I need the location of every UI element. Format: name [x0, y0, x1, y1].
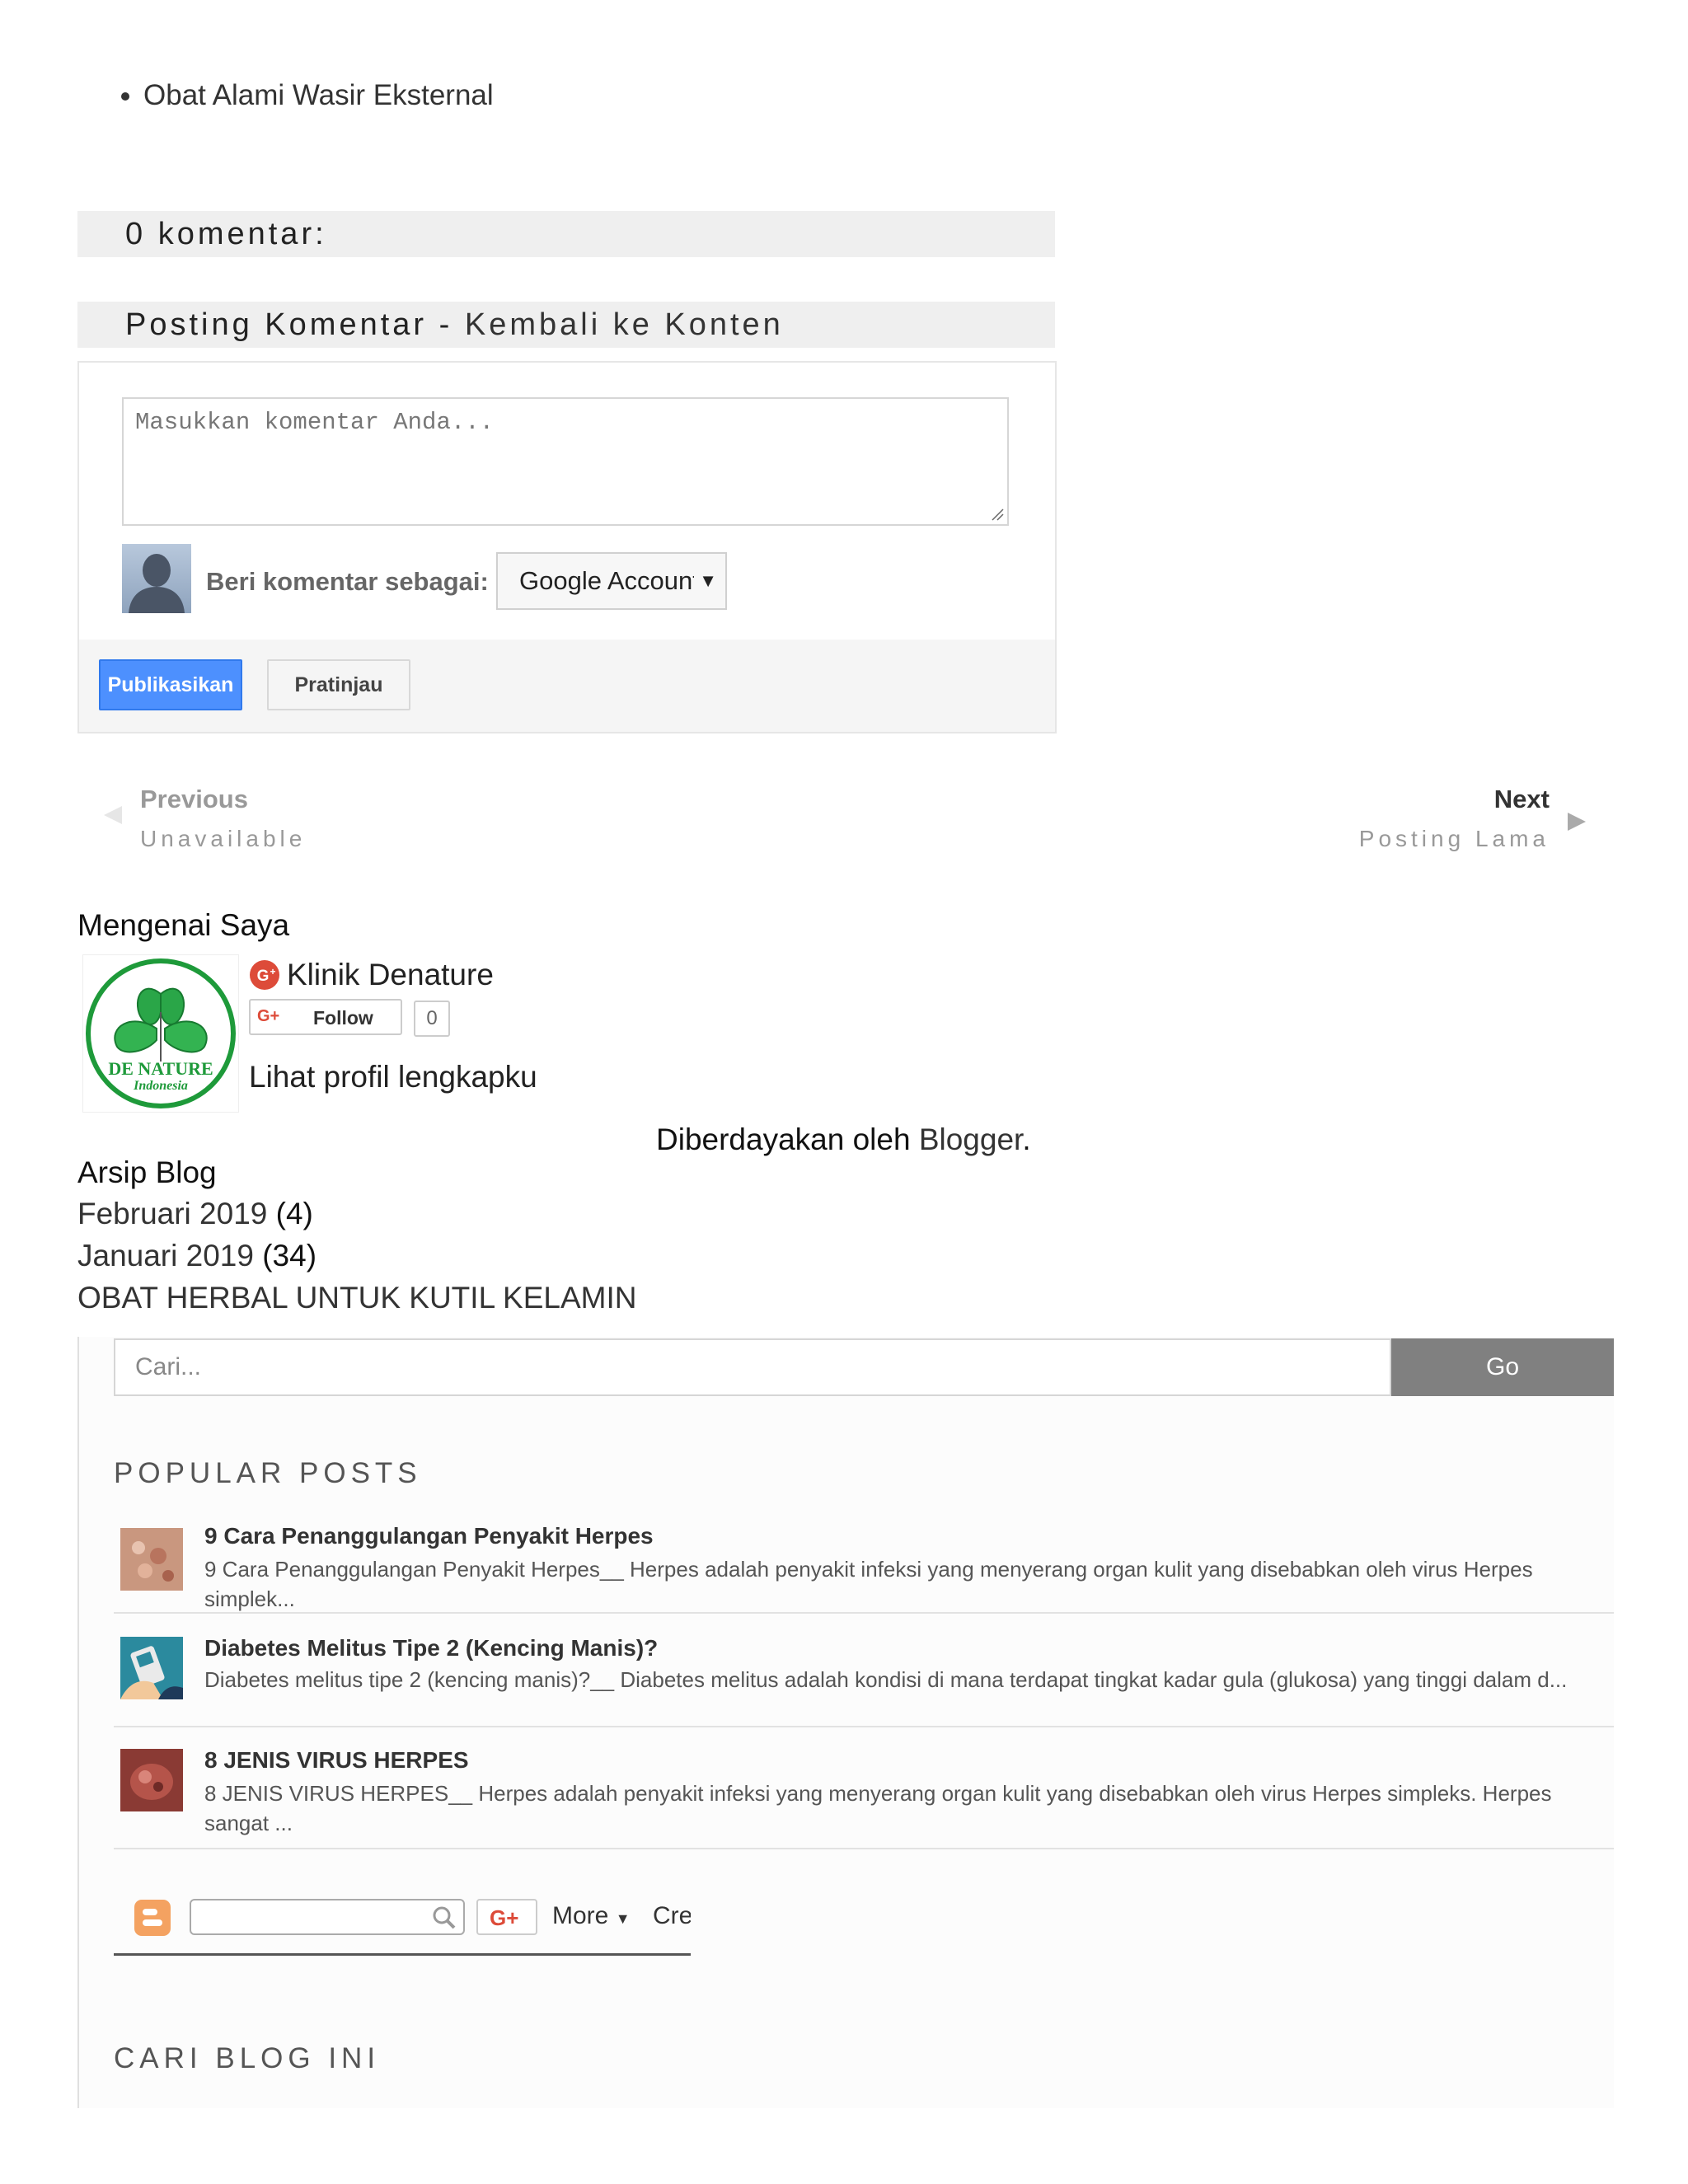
- blogger-link[interactable]: Blogger: [919, 1122, 1023, 1156]
- archive-month-link[interactable]: Februari 2019: [77, 1197, 267, 1230]
- publish-button[interactable]: Publikasikan: [99, 659, 242, 710]
- follower-count: 0: [414, 1001, 450, 1037]
- logo-text: DE NATURE: [108, 1058, 213, 1079]
- popular-post-title[interactable]: 9 Cara Penanggulangan Penyakit Herpes: [204, 1523, 654, 1549]
- post-thumbnail[interactable]: [120, 1749, 183, 1811]
- heading-separator: -: [427, 307, 465, 342]
- gplus-badge-icon: G +: [249, 959, 280, 995]
- archive-heading: Arsip Blog: [77, 1155, 217, 1189]
- powered-by: Diberdayakan oleh Blogger.: [656, 1122, 1031, 1157]
- previous-label[interactable]: Previous: [140, 785, 248, 814]
- logo-subtext: Indonesia: [133, 1079, 188, 1093]
- account-selected-value: Google Account: [519, 566, 700, 595]
- popular-post-item: 9 Cara Penanggulangan Penyakit Herpes 9 …: [114, 1510, 1614, 1614]
- post-comment-title: Posting Komentar: [125, 307, 428, 342]
- gplus-icon: G+: [257, 1007, 280, 1025]
- popular-post-snippet: Diabetes melitus tipe 2 (kencing manis)?…: [204, 1667, 1568, 1692]
- navbar-create-link[interactable]: Cre: [653, 1902, 691, 1930]
- chevron-down-icon: ▼: [615, 1910, 631, 1927]
- comment-count-bar: 0 komentar:: [77, 211, 1055, 257]
- avatar: [122, 544, 191, 613]
- preview-button[interactable]: Pratinjau: [267, 659, 410, 710]
- archive-month-link[interactable]: Januari 2019: [77, 1239, 254, 1272]
- profile-logo[interactable]: DE NATURE Indonesia: [82, 954, 240, 1113]
- post-thumbnail[interactable]: [120, 1528, 183, 1591]
- comment-actions: Publikasikan Pratinjau: [79, 640, 1055, 732]
- popular-post-snippet: 8 JENIS VIRUS HERPES__ Herpes adalah pen…: [204, 1781, 1552, 1835]
- powered-by-prefix: Diberdayakan oleh: [656, 1122, 919, 1156]
- follow-button[interactable]: G+ Follow: [249, 999, 402, 1035]
- svg-text:G: G: [257, 968, 270, 985]
- search-blog-heading: CARI BLOG INI: [114, 2042, 381, 2074]
- archive-item: Januari 2019 (34): [77, 1239, 316, 1273]
- back-to-content-link[interactable]: Kembali ke Konten: [465, 307, 784, 342]
- archive-item: Februari 2019 (4): [77, 1197, 313, 1231]
- comment-count-heading: 0 komentar:: [125, 217, 327, 251]
- svg-text:+: +: [270, 966, 275, 977]
- resize-handle-icon[interactable]: [991, 508, 1004, 521]
- next-arrow-icon[interactable]: [1566, 811, 1587, 837]
- comment-textarea[interactable]: Masukkan komentar Anda...: [122, 397, 1009, 526]
- profile-name-link[interactable]: Klinik Denature: [287, 958, 494, 992]
- archive-count: (34): [262, 1239, 317, 1272]
- view-full-profile-link[interactable]: Lihat profil lengkapku: [249, 1060, 537, 1094]
- popular-post-snippet: 9 Cara Penanggulangan Penyakit Herpes__ …: [204, 1557, 1533, 1611]
- follow-label: Follow: [313, 1007, 373, 1029]
- popular-post-title[interactable]: 8 JENIS VIRUS HERPES: [204, 1747, 469, 1774]
- navbar-gplus-button[interactable]: G+: [476, 1899, 537, 1935]
- comment-form: Masukkan komentar Anda... Beri komentar …: [77, 361, 1057, 733]
- sidebar: Cari... Go POPULAR POSTS 9 Cara Penanggu…: [77, 1337, 1614, 2108]
- banner-title[interactable]: OBAT HERBAL UNTUK KUTIL KELAMIN: [77, 1281, 636, 1315]
- previous-arrow-icon[interactable]: [102, 804, 124, 830]
- post-link[interactable]: Obat Alami Wasir Eksternal: [143, 74, 494, 117]
- about-me-heading: Mengenai Saya: [77, 908, 290, 942]
- popular-posts-heading: POPULAR POSTS: [114, 1457, 422, 1489]
- archive-count: (4): [275, 1197, 313, 1230]
- search-input[interactable]: Cari...: [114, 1338, 1391, 1396]
- blogger-logo-icon[interactable]: [134, 1899, 171, 1937]
- navbar-search-input[interactable]: [190, 1899, 465, 1935]
- navbar-more-menu[interactable]: More ▼: [552, 1902, 631, 1930]
- post-comment-heading: Posting Komentar - Kembali ke Konten: [125, 302, 784, 348]
- navbar-more-label: More: [552, 1902, 609, 1929]
- next-sub[interactable]: Posting Lama: [1359, 826, 1550, 852]
- post-link-list: Obat Alami Wasir Eksternal: [77, 74, 494, 117]
- search-go-button[interactable]: Go: [1391, 1338, 1614, 1396]
- search-icon[interactable]: [432, 1905, 457, 1930]
- post-comment-bar: Posting Komentar - Kembali ke Konten: [77, 302, 1055, 348]
- next-label[interactable]: Next: [1494, 785, 1550, 814]
- powered-by-suffix: .: [1022, 1122, 1031, 1156]
- blogger-navbar: G+ More ▼ Cre: [114, 1891, 691, 1956]
- dropdown-arrow-icon: ▼: [694, 554, 717, 608]
- post-thumbnail[interactable]: [120, 1637, 183, 1699]
- popular-post-title[interactable]: Diabetes Melitus Tipe 2 (Kencing Manis)?: [204, 1635, 658, 1661]
- account-select[interactable]: Google Account ▼: [496, 552, 727, 610]
- popular-post-item: Diabetes Melitus Tipe 2 (Kencing Manis)?…: [114, 1612, 1614, 1727]
- popular-post-item: 8 JENIS VIRUS HERPES 8 JENIS VIRUS HERPE…: [114, 1726, 1614, 1849]
- user-silhouette-icon: [122, 544, 191, 613]
- previous-sub: Unavailable: [140, 826, 307, 851]
- comment-as-label: Beri komentar sebagai:: [206, 567, 489, 596]
- gplus-icon: G+: [490, 1905, 519, 1930]
